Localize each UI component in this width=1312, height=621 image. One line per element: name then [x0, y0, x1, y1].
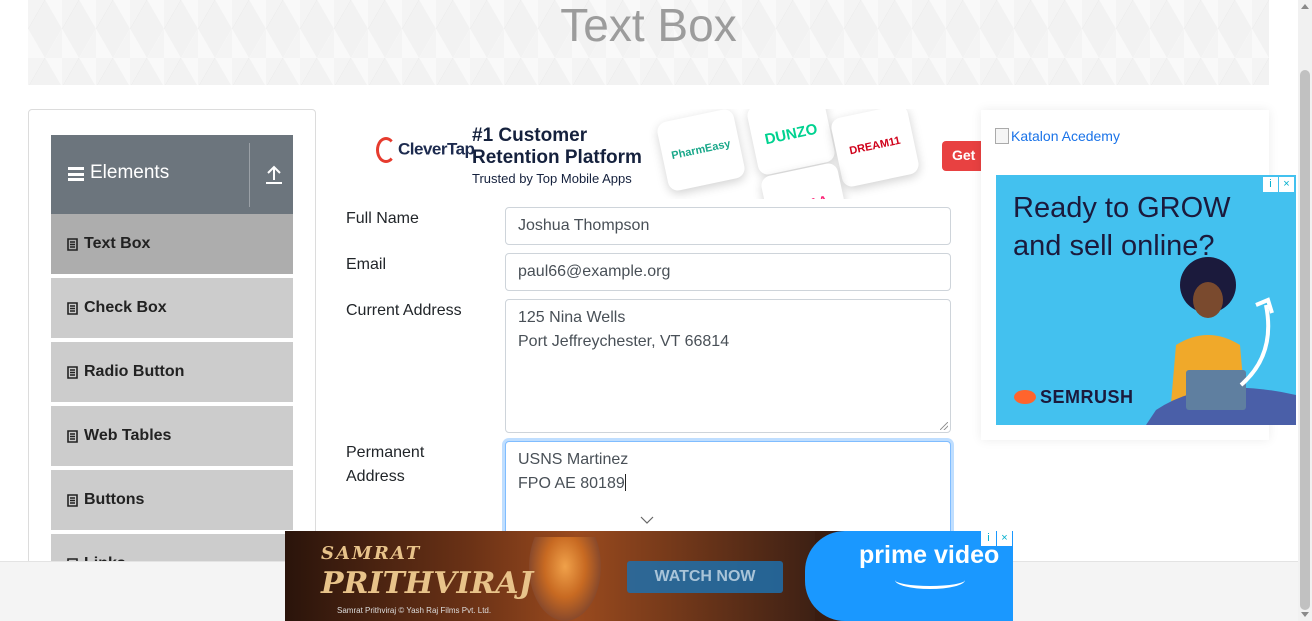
text-caret	[624, 474, 626, 491]
sidebar-item-buttons[interactable]: Buttons	[51, 470, 293, 532]
chevron-down-icon	[640, 516, 654, 524]
current-address-line2: Port Jeffreychester, VT 66814	[518, 333, 730, 350]
dream11-card: DREAM11	[829, 109, 921, 189]
file-icon	[67, 494, 78, 507]
person-with-laptop-illustration	[1146, 257, 1296, 425]
hamburger-icon	[68, 167, 84, 181]
permanent-address-label: Permanent Address	[346, 441, 424, 489]
permanent-address-label-line1: Permanent	[346, 444, 425, 461]
current-address-label: Current Address	[346, 302, 462, 319]
ad-info-icon[interactable]: i	[981, 531, 996, 546]
bottom-advertisement[interactable]: SAMRAT PRITHVIRAJ Samrat Prithviraj © Ya…	[285, 531, 1013, 621]
movie-title-line1: SAMRAT	[321, 543, 422, 564]
ad-close-icon[interactable]: ×	[997, 531, 1012, 546]
resize-handle[interactable]	[940, 422, 948, 430]
page-header-banner: Text Box	[28, 0, 1269, 85]
top-advertisement[interactable]: CleverTap #1 Customer Retention Platform…	[346, 109, 982, 199]
page-scrollbar[interactable]	[1298, 0, 1312, 621]
movie-credit: Samrat Prithviraj © Yash Raj Films Pvt. …	[337, 606, 492, 615]
permanent-address-line1: USNS Martinez	[518, 451, 629, 468]
ad-subtext: Trusted by Top Mobile Apps	[472, 171, 632, 186]
sidebar-item-label: Check Box	[84, 299, 167, 316]
file-icon	[67, 366, 78, 379]
full-name-input[interactable]: Joshua Thompson	[505, 207, 951, 245]
clevertap-logo: CleverTap	[376, 137, 475, 163]
katalon-broken-image[interactable]: Katalon Acedemy	[995, 128, 1120, 144]
sidebar-item-label: Text Box	[84, 235, 151, 252]
ad-info-icon[interactable]: i	[1263, 177, 1278, 192]
pharmeasy-card: PharmEasy	[655, 109, 747, 193]
full-name-label: Full Name	[346, 210, 419, 227]
semrush-logo: SEMRUSH	[1014, 387, 1134, 408]
scroll-up-arrow-icon[interactable]	[1301, 4, 1309, 9]
email-value: paul66@example.org	[518, 263, 671, 280]
movie-title: SAMRAT PRITHVIRAJ	[321, 539, 533, 599]
sidebar-group-divider	[249, 143, 250, 207]
sidebar: Elements Text Box Check Box Radio Button…	[28, 109, 316, 569]
semrush-headline-line1: Ready to GROW	[1013, 192, 1231, 224]
watch-now-button[interactable]: WATCH NOW	[627, 561, 783, 593]
current-address-textarea[interactable]: 125 Nina Wells Port Jeffreychester, VT 6…	[505, 299, 951, 433]
file-icon	[67, 238, 78, 251]
page: Text Box Elements Text Box Check Box Rad…	[0, 0, 1312, 621]
right-advertisement[interactable]: Katalon Acedemy Ready to GROW and sell o…	[981, 110, 1296, 440]
sidebar-item-label: Web Tables	[84, 427, 172, 444]
sidebar-item-label: Buttons	[84, 491, 145, 508]
sidebar-item-radio-button[interactable]: Radio Button	[51, 342, 293, 404]
broken-image-icon	[995, 128, 1009, 144]
file-icon	[67, 430, 78, 443]
sidebar-item-check-box[interactable]: Check Box	[51, 278, 293, 340]
sidebar-item-web-tables[interactable]: Web Tables	[51, 406, 293, 468]
sidebar-item-text-box[interactable]: Text Box	[51, 214, 293, 276]
ad-headline: #1 Customer Retention Platform	[472, 125, 642, 169]
full-name-value: Joshua Thompson	[518, 217, 650, 234]
scrollbar-thumb[interactable]	[1300, 70, 1310, 610]
sidebar-group-elements[interactable]: Elements	[51, 135, 293, 214]
collapse-upload-icon[interactable]	[263, 163, 285, 187]
ad-get-button[interactable]: Get	[942, 141, 982, 171]
permanent-address-label-line2: Address	[346, 468, 405, 485]
actor-image	[529, 537, 601, 621]
email-label: Email	[346, 256, 387, 273]
semrush-ad[interactable]: Ready to GROW and sell online? SEMRUSH	[996, 175, 1296, 425]
ad-headline-line2: Retention Platform	[472, 147, 642, 168]
prime-smile-icon	[895, 571, 965, 589]
sidebar-item-label: Radio Button	[84, 363, 185, 380]
ad-close-icon[interactable]: ×	[1279, 177, 1294, 192]
file-icon	[67, 302, 78, 315]
movie-title-line2: PRITHVIRAJ	[321, 566, 533, 601]
ad-headline-line1: #1 Customer	[472, 125, 588, 146]
scroll-down-arrow-icon[interactable]	[1301, 612, 1309, 617]
sidebar-group-title: Elements	[90, 162, 170, 183]
permanent-address-line2: FPO AE 80189	[518, 475, 625, 492]
prime-video-logo: prime video	[859, 541, 1000, 569]
current-address-line1: 125 Nina Wells	[518, 309, 626, 326]
email-input[interactable]: paul66@example.org	[505, 253, 951, 291]
page-title: Text Box	[560, 0, 737, 51]
